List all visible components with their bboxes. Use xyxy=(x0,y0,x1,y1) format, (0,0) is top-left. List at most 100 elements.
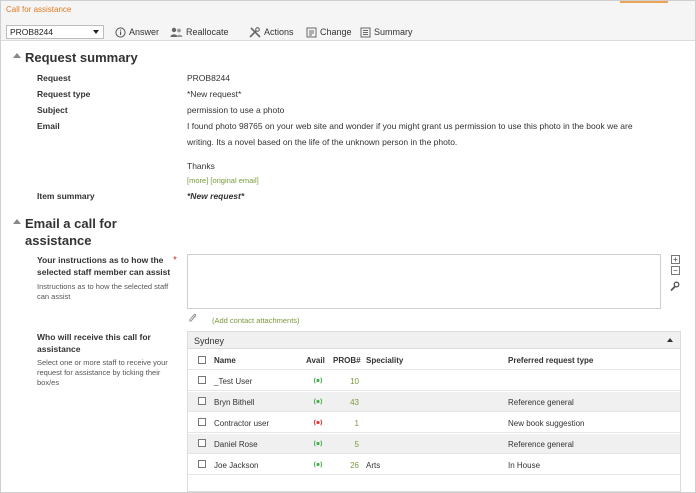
col-speciality: Speciality xyxy=(366,356,404,365)
add-attachments-link[interactable]: (Add contact attachments) xyxy=(212,316,300,325)
email-links: [more] [original email] xyxy=(187,176,259,185)
more-link[interactable]: [more] xyxy=(187,176,208,185)
reallocate-label: Reallocate xyxy=(186,27,229,37)
staff-checkbox[interactable] xyxy=(198,376,206,384)
staff-checkbox[interactable] xyxy=(198,460,206,468)
staff-checkbox[interactable] xyxy=(198,418,206,426)
main-content: Request summary Request PROB8244 Request… xyxy=(1,42,695,492)
staff-table-header: Name Avail PROB# Speciality Preferred re… xyxy=(188,350,680,370)
email-body-line2: writing. Its a novel based on the life o… xyxy=(187,137,458,147)
email-body-line1: I found photo 98765 on your web site and… xyxy=(187,121,633,131)
select-all-checkbox[interactable] xyxy=(198,356,206,364)
staff-checkbox[interactable] xyxy=(198,397,206,405)
instructions-hint-line2: can assist xyxy=(37,292,71,301)
wrench-icon[interactable] xyxy=(669,281,680,292)
instructions-hint-line1: Instructions as to how the selected staf… xyxy=(37,282,169,291)
paperclip-icon xyxy=(189,313,197,322)
change-button[interactable]: Change xyxy=(306,25,352,39)
who-label-line2: assistance xyxy=(37,344,81,354)
chevron-up-icon[interactable] xyxy=(667,338,673,342)
staff-name: Contractor user xyxy=(214,419,270,428)
summary-button[interactable]: Summary xyxy=(360,25,413,39)
request-value: PROB8244 xyxy=(187,73,230,83)
window-title: Call for assistance xyxy=(6,5,72,14)
users-icon xyxy=(170,27,183,37)
chevron-down-icon xyxy=(93,30,99,34)
toolbar: Call for assistance PROB8244 Answer Real… xyxy=(1,1,695,41)
collapse-icon[interactable] xyxy=(13,53,21,58)
edit-icon xyxy=(306,27,317,37)
request-label: Request xyxy=(37,73,71,83)
request-select[interactable]: PROB8244 xyxy=(6,25,104,39)
availability-icon xyxy=(313,440,323,447)
instructions-label-line1: Your instructions as to how the xyxy=(37,255,164,265)
staff-group-header[interactable]: Sydney xyxy=(188,332,680,349)
change-label: Change xyxy=(320,27,352,37)
staff-checkbox[interactable] xyxy=(198,439,206,447)
staff-prob-count[interactable]: 43 xyxy=(345,398,359,407)
staff-name: Joe Jackson xyxy=(214,461,259,470)
staff-row: Joe Jackson 26 Arts In House xyxy=(188,455,680,475)
staff-speciality: Arts xyxy=(366,461,381,470)
col-prob: PROB# xyxy=(333,356,361,365)
col-preferred: Preferred request type xyxy=(508,356,594,365)
summary-label: Summary xyxy=(374,27,413,37)
item-summary-value: *New request* xyxy=(187,191,245,201)
actions-button[interactable]: Actions xyxy=(249,25,294,39)
document-icon xyxy=(360,27,371,37)
staff-preferred: New book suggestion xyxy=(508,419,585,428)
availability-icon xyxy=(313,419,323,426)
request-type-value: *New request* xyxy=(187,89,242,99)
availability-icon xyxy=(313,461,323,468)
request-select-value: PROB8244 xyxy=(10,27,53,37)
who-hint-line1: Select one or more staff to receive your xyxy=(37,358,168,367)
subject-value: permission to use a photo xyxy=(187,105,285,115)
answer-button[interactable]: Answer xyxy=(115,25,159,39)
staff-prob-count[interactable]: 26 xyxy=(345,461,359,470)
instructions-label-line2: selected staff member can assist xyxy=(37,267,171,277)
staff-preferred: Reference general xyxy=(508,440,574,449)
col-avail: Avail xyxy=(306,356,325,365)
required-marker: * xyxy=(173,255,177,266)
email-label: Email xyxy=(37,121,60,131)
request-summary-title: Request summary xyxy=(25,50,138,65)
who-hint-line2: request for assistance by ticking their xyxy=(37,368,161,377)
staff-name: _Test User xyxy=(214,377,253,386)
staff-panel: Sydney Name Avail PROB# Speciality Prefe… xyxy=(187,331,681,492)
staff-prob-count[interactable]: 10 xyxy=(345,377,359,386)
accent-strip xyxy=(620,1,668,3)
staff-prob-count[interactable]: 1 xyxy=(345,419,359,428)
item-summary-label: Item summary xyxy=(37,191,95,201)
staff-row: _Test User 10 xyxy=(188,371,680,391)
request-type-label: Request type xyxy=(37,89,91,99)
staff-group-name: Sydney xyxy=(194,336,225,346)
answer-label: Answer xyxy=(129,27,160,37)
email-call-title-line2: assistance xyxy=(25,233,92,248)
staff-name: Daniel Rose xyxy=(214,440,258,449)
instructions-textarea[interactable] xyxy=(187,254,661,309)
staff-prob-count[interactable]: 5 xyxy=(345,440,359,449)
email-call-title-line1: Email a call for xyxy=(25,216,117,231)
staff-name: Bryn Bithell xyxy=(214,398,255,407)
email-body-thanks: Thanks xyxy=(187,161,215,171)
staff-row: Daniel Rose 5 Reference general xyxy=(188,434,680,454)
reallocate-button[interactable]: Reallocate xyxy=(170,25,229,39)
staff-preferred: In House xyxy=(508,461,541,470)
who-label-line1: Who will receive this call for xyxy=(37,332,151,342)
expand-button[interactable]: + xyxy=(671,255,680,264)
collapse-icon[interactable] xyxy=(13,219,21,224)
shrink-button[interactable]: − xyxy=(671,266,680,275)
who-hint-line3: box/es xyxy=(37,378,60,387)
staff-row: Contractor user 1 New book suggestion xyxy=(188,413,680,433)
add-attachments-label: (Add contact attachments) xyxy=(212,316,300,325)
staff-row: Bryn Bithell 43 Reference general xyxy=(188,392,680,412)
original-email-link[interactable]: [original email] xyxy=(210,176,258,185)
availability-icon xyxy=(313,377,323,384)
tools-icon xyxy=(249,26,261,38)
col-name: Name xyxy=(214,356,236,365)
staff-preferred: Reference general xyxy=(508,398,574,407)
info-icon xyxy=(115,26,126,38)
availability-icon xyxy=(313,398,323,405)
subject-label: Subject xyxy=(37,105,68,115)
actions-label: Actions xyxy=(264,27,294,37)
